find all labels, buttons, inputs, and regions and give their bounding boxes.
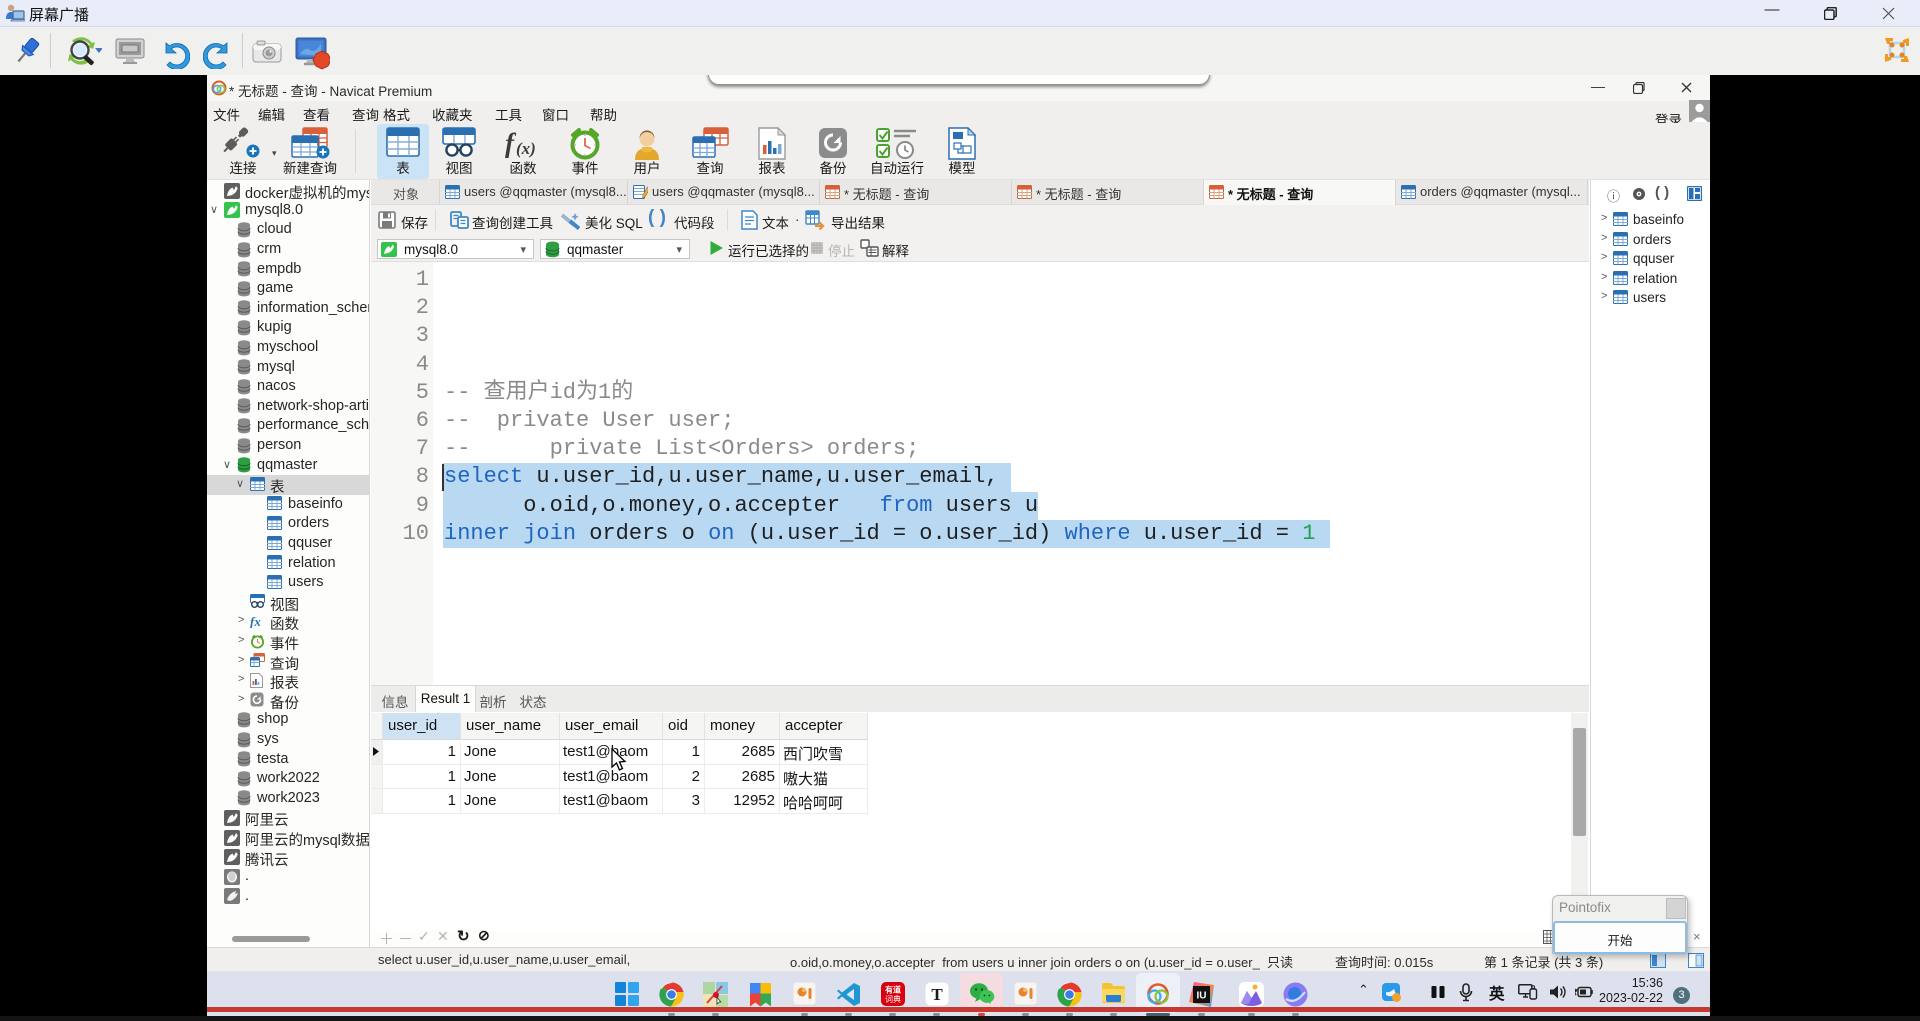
svg-text:(x): (x)	[516, 139, 536, 158]
svg-text:T: T	[931, 985, 943, 1004]
svg-text:有道: 有道	[885, 985, 901, 995]
svg-text:IU: IU	[1197, 991, 1207, 1002]
svg-text:词典: 词典	[885, 994, 901, 1004]
svg-text:fx: fx	[250, 614, 261, 628]
